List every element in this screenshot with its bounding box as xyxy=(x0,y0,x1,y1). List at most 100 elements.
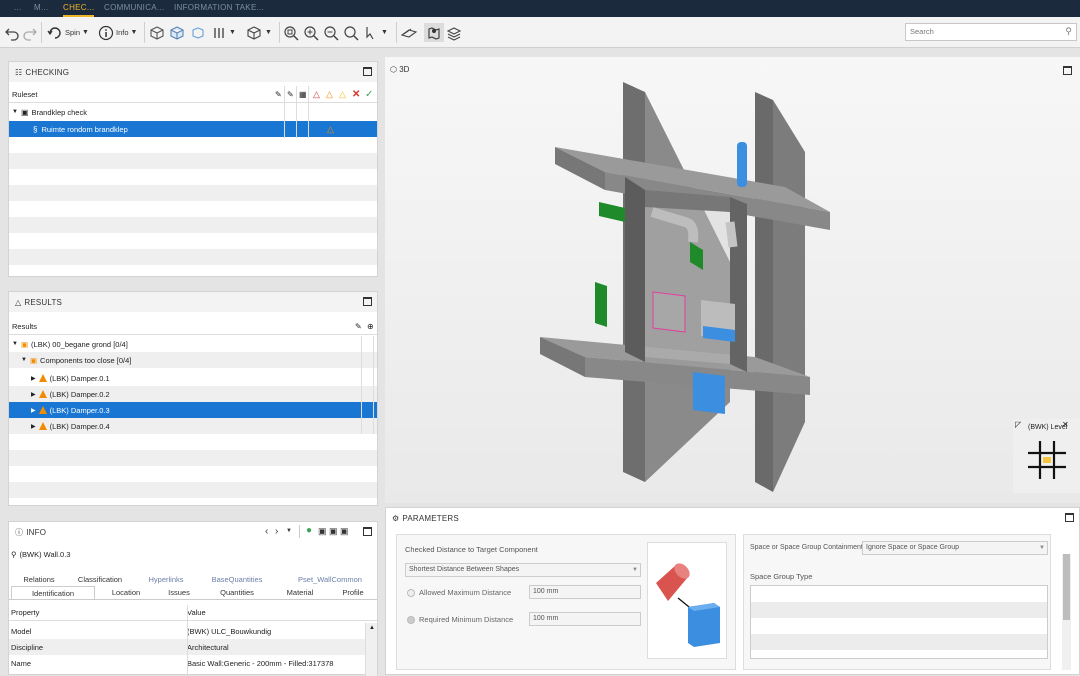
layers-icon[interactable] xyxy=(446,23,462,42)
expand-icon[interactable]: ▶ xyxy=(31,407,36,414)
object-icon: ⚲ xyxy=(11,550,17,559)
3d-viewport[interactable]: ⬡ 3D (BWK) Level ◸ ✕ xyxy=(385,57,1080,503)
containment-select[interactable]: Ignore Space or Space Group ▼ xyxy=(862,541,1048,555)
maximize-icon[interactable] xyxy=(363,67,372,76)
maximize-icon[interactable] xyxy=(363,527,372,536)
3d-model-scene[interactable] xyxy=(515,72,845,492)
next-icon[interactable]: › xyxy=(275,526,279,537)
search-input[interactable]: Search ⚲ xyxy=(905,23,1077,41)
space-group-type-list[interactable] xyxy=(750,585,1048,659)
zoom-in-icon[interactable] xyxy=(303,23,319,42)
tab-issues[interactable]: Issues xyxy=(157,586,201,599)
expand-icon[interactable]: ▼ xyxy=(12,341,18,347)
info-header: ⓘ INFO ‹ › ▼ ● ▣ ▣ ▣ xyxy=(9,522,377,542)
top-tab-communication[interactable]: COMMUNICA... xyxy=(104,0,165,17)
tab-basequantities[interactable]: BaseQuantities xyxy=(201,573,273,586)
zoom-to-icon[interactable]: ⊕ xyxy=(367,322,374,331)
result-row-level[interactable]: ▼ ▣ (LBK) 00_begane grond [0/4] xyxy=(9,336,377,352)
transparent-models-icon[interactable] xyxy=(189,23,207,42)
required-min-input[interactable]: 100 mm xyxy=(529,612,641,626)
redo-icon[interactable] xyxy=(22,23,38,42)
previous-icon[interactable]: ‹ xyxy=(265,526,269,537)
table-icon[interactable]: ▦ xyxy=(299,90,307,99)
expand-icon[interactable]: ▼ xyxy=(21,357,27,363)
distance-mode-select[interactable]: Shortest Distance Between Shapes ▼ xyxy=(405,563,641,577)
tree-row-selected[interactable]: § Ruimte rondom brandklep △ xyxy=(9,121,377,137)
top-tab-0[interactable]: ... xyxy=(14,0,22,17)
attachment-icon[interactable]: ✎ xyxy=(275,90,282,99)
info-action-icon-2[interactable]: ▣ xyxy=(329,526,338,537)
top-tab-model[interactable]: M... xyxy=(34,0,49,17)
tab-relations[interactable]: Relations xyxy=(13,573,65,586)
undo-icon[interactable] xyxy=(4,23,20,42)
spin-button[interactable]: Spin ▼ xyxy=(47,23,89,42)
info-action-icon-3[interactable]: ▣ xyxy=(340,526,349,537)
attachment-icon[interactable]: ✎ xyxy=(355,322,362,331)
color-object-icon[interactable]: ● xyxy=(306,525,312,536)
top-tab-checking[interactable]: CHEC... xyxy=(63,0,95,17)
tab-location[interactable]: Location xyxy=(99,586,153,599)
maximize-icon[interactable] xyxy=(363,297,372,306)
expand-icon[interactable]: ▼ xyxy=(12,109,18,115)
visibility-options-icon[interactable]: ▼ xyxy=(211,23,236,42)
required-min-option[interactable]: Required Minimum Distance xyxy=(407,615,514,625)
required-min-label: Required Minimum Distance xyxy=(419,615,514,624)
tab-classification[interactable]: Classification xyxy=(69,573,131,586)
comment-icon[interactable]: ✎ xyxy=(287,90,294,99)
allowed-max-input[interactable]: 100 mm xyxy=(529,585,641,599)
tab-profile[interactable]: Profile xyxy=(331,586,375,599)
isolate-models-icon[interactable] xyxy=(168,23,186,42)
tab-hyperlinks[interactable]: Hyperlinks xyxy=(135,573,197,586)
tab-quantities[interactable]: Quantities xyxy=(205,586,269,599)
result-row[interactable]: ▶ (LBK) Damper.0.1 xyxy=(9,370,377,386)
view-cube-icon[interactable]: ▼ xyxy=(245,23,272,42)
allowed-max-option[interactable]: Allowed Maximum Distance xyxy=(407,588,511,598)
select-tool-icon[interactable]: ▼ xyxy=(363,23,388,42)
tree-row[interactable]: ▼ ▣ Brandklep check xyxy=(9,104,377,120)
accepted-icon[interactable]: ✓ xyxy=(365,89,373,100)
zoom-fit-icon[interactable] xyxy=(283,23,299,42)
info-action-icon-1[interactable]: ▣ xyxy=(318,526,327,537)
info-button[interactable]: Info ▼ xyxy=(98,23,137,42)
property-row[interactable]: Name Basic Wall:Generic - 200mm - Filled… xyxy=(9,655,377,671)
section-plane-icon[interactable] xyxy=(400,23,418,42)
value-column-label: Value xyxy=(187,608,206,617)
tab-identification[interactable]: Identification xyxy=(11,586,95,599)
scrollbar-thumb[interactable] xyxy=(1063,554,1070,620)
property-row[interactable]: Discipline Architectural xyxy=(9,639,377,655)
info-scrollbar[interactable]: ▲ xyxy=(365,623,377,676)
chevron-down-icon[interactable]: ▼ xyxy=(286,528,292,534)
critical-issue-icon[interactable]: △ xyxy=(313,89,320,100)
scroll-up-icon[interactable]: ▲ xyxy=(369,625,375,631)
property-row[interactable]: Model (BWK) ULC_Bouwkundig xyxy=(9,623,377,639)
result-row-group[interactable]: ▼ ▣ Components too close [0/4] xyxy=(9,352,377,368)
map-locate-icon[interactable] xyxy=(424,23,444,42)
props-header: Property Value xyxy=(9,605,377,621)
tab-material[interactable]: Material xyxy=(273,586,327,599)
show-all-models-icon[interactable] xyxy=(148,23,166,42)
chevron-down-icon: ▼ xyxy=(130,29,138,36)
result-row-selected[interactable]: ▶ (LBK) Damper.0.3 xyxy=(9,402,377,418)
zoom-out-icon[interactable] xyxy=(323,23,339,42)
result-row[interactable]: ▶ (LBK) Damper.0.4 xyxy=(9,418,377,434)
expand-icon[interactable]: ▶ xyxy=(31,391,36,398)
maximize-icon[interactable] xyxy=(1065,513,1074,522)
collapse-icon[interactable]: ◸ xyxy=(1015,420,1021,429)
radio-icon[interactable] xyxy=(407,589,415,598)
moderate-issue-icon[interactable]: △ xyxy=(326,89,333,100)
results-column-label: Results xyxy=(12,321,38,331)
close-icon[interactable]: ✕ xyxy=(1062,420,1069,429)
level-widget[interactable]: (BWK) Level ◸ ✕ xyxy=(1013,419,1080,493)
maximize-icon[interactable] xyxy=(1063,66,1072,75)
result-row[interactable]: ▶ (LBK) Damper.0.2 xyxy=(9,386,377,402)
rejected-icon[interactable]: ✕ xyxy=(352,89,360,100)
expand-icon[interactable]: ▶ xyxy=(31,423,36,430)
tab-pset-wallcommon[interactable]: Pset_WallCommon xyxy=(285,573,375,586)
top-tab-information-takeoff[interactable]: INFORMATION TAKE... xyxy=(174,0,264,17)
zoom-window-icon[interactable] xyxy=(343,23,359,42)
radio-selected-icon[interactable] xyxy=(407,616,415,625)
low-issue-icon[interactable]: △ xyxy=(339,89,346,100)
expand-icon[interactable]: ▶ xyxy=(31,375,36,382)
search-icon[interactable]: ⚲ xyxy=(1065,26,1072,37)
parameters-scrollbar[interactable] xyxy=(1062,554,1071,670)
